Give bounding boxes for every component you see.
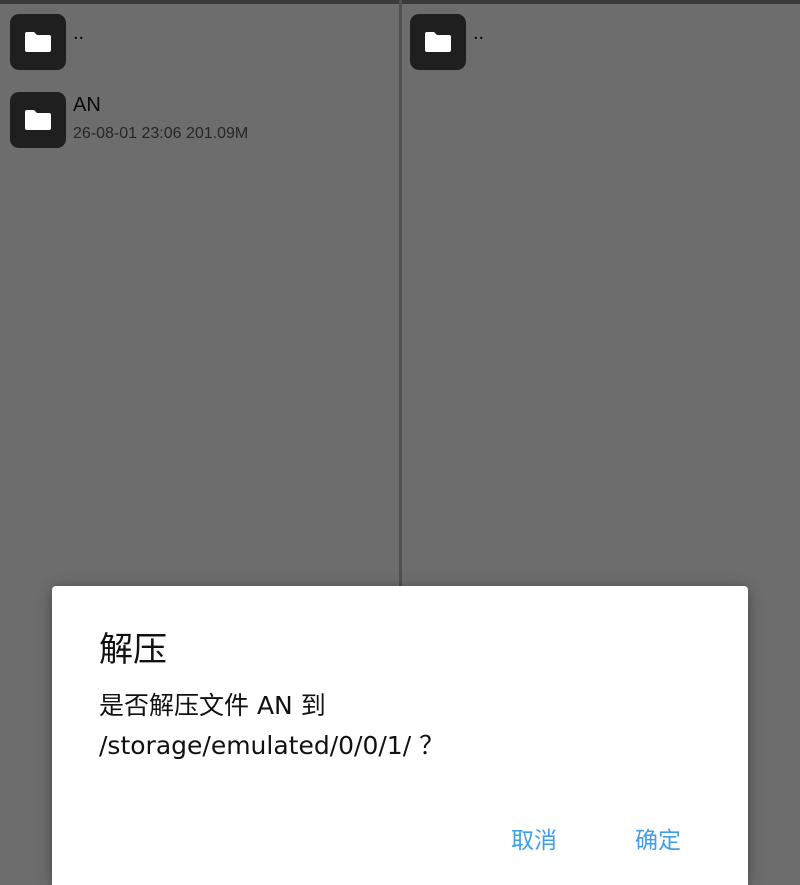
dialog-title: 解压 (99, 630, 167, 670)
confirm-button[interactable]: 确定 (635, 821, 681, 855)
item-name: .. (473, 22, 485, 44)
item-name: AN (73, 94, 101, 116)
dialog-message-line2: /storage/emulated/0/0/1/ ？ (99, 731, 445, 760)
folder-icon (10, 92, 66, 148)
dialog-message: 是否解压文件 AN 到 /storage/emulated/0/0/1/ ？ (99, 686, 719, 766)
extract-dialog: 解压 是否解压文件 AN 到 /storage/emulated/0/0/1/ … (52, 586, 748, 885)
dialog-message-line1: 是否解压文件 AN 到 (99, 691, 326, 720)
item-meta: 26-08-01 23:06 201.09M (73, 125, 249, 142)
item-name: .. (73, 22, 85, 44)
folder-icon (410, 14, 466, 70)
cancel-button[interactable]: 取消 (511, 821, 557, 855)
folder-icon (10, 14, 66, 70)
